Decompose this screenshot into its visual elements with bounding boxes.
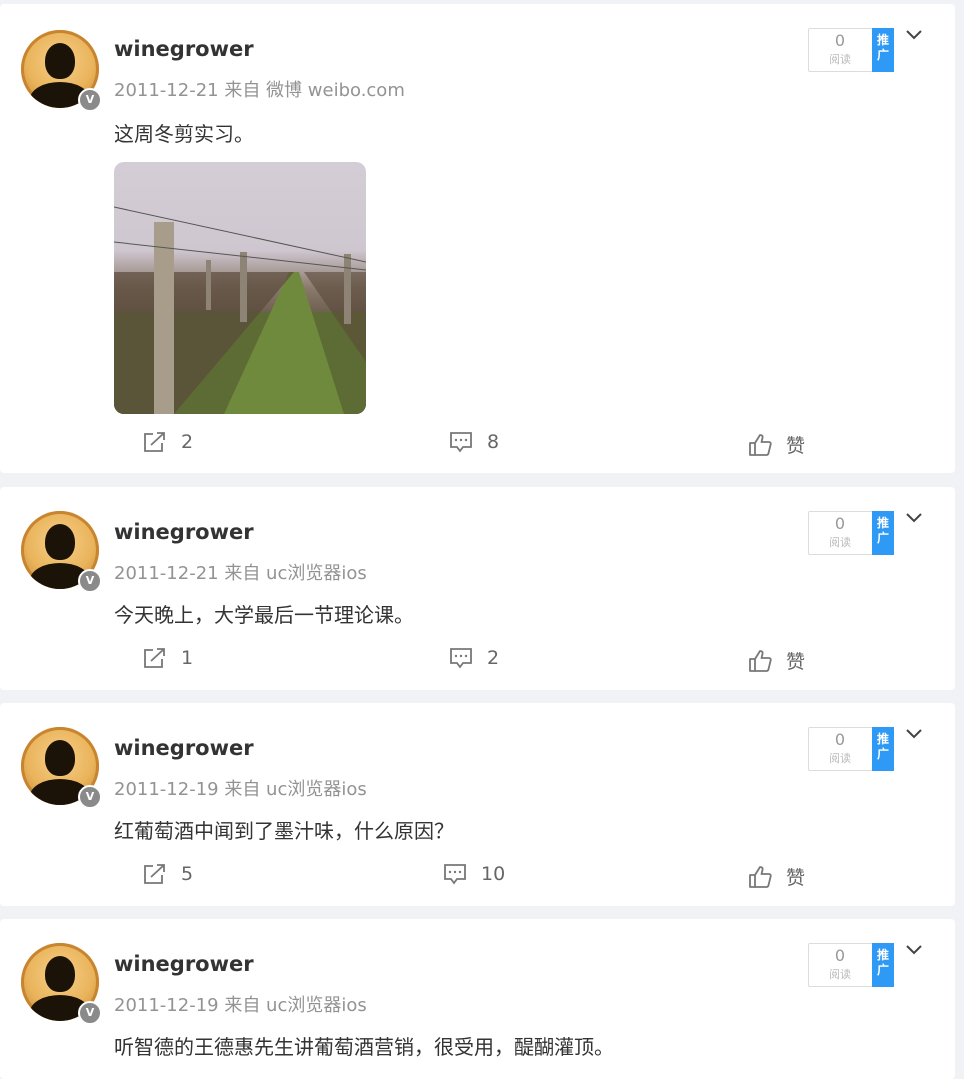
share-count: 5 (181, 863, 194, 885)
post-card: V winegrower 2011-12-21 来自 uc浏览器ios 今天晚上… (0, 487, 955, 690)
share-icon (144, 648, 165, 668)
action-bar: 2 8 赞 (0, 431, 955, 461)
avatar[interactable]: V (21, 30, 102, 112)
read-count: 0 (834, 31, 846, 50)
username[interactable]: winegrower (114, 952, 254, 976)
verified-badge-icon: V (78, 569, 102, 593)
comment-count: 2 (487, 647, 500, 669)
username[interactable]: winegrower (114, 520, 254, 544)
post-card: V winegrower 2011-12-19 来自 uc浏览器ios 红葡萄酒… (0, 703, 955, 906)
comment-icon (450, 432, 472, 453)
comment-button[interactable]: 2 (449, 647, 499, 669)
chevron-down-icon[interactable] (905, 509, 923, 527)
read-count-box[interactable]: 0 阅读 推广 (808, 727, 894, 771)
like-button[interactable]: 赞 (748, 431, 805, 458)
post-text: 今天晚上，大学最后一节理论课。 (114, 603, 414, 627)
verified-badge-icon: V (78, 785, 102, 809)
like-label: 赞 (786, 867, 806, 889)
comment-count: 10 (481, 863, 506, 885)
like-label: 赞 (786, 651, 806, 673)
username[interactable]: winegrower (114, 736, 254, 760)
verified-badge-icon: V (78, 88, 102, 112)
post-meta[interactable]: 2011-12-21 来自 微博 weibo.com (114, 76, 405, 102)
thumbs-up-icon (749, 433, 772, 456)
read-label: 阅读 (829, 536, 851, 549)
like-button[interactable]: 赞 (748, 647, 805, 674)
read-count: 0 (834, 946, 846, 965)
read-count: 0 (834, 730, 846, 749)
post-meta[interactable]: 2011-12-19 来自 uc浏览器ios (114, 991, 367, 1017)
share-icon (144, 864, 165, 884)
share-icon (144, 432, 165, 452)
thumbs-up-icon (749, 649, 772, 672)
comment-icon (444, 864, 466, 885)
share-button[interactable]: 2 (143, 431, 193, 453)
read-label: 阅读 (829, 968, 851, 981)
read-count-box[interactable]: 0 阅读 推广 (808, 28, 894, 72)
comment-button[interactable]: 10 (443, 863, 505, 885)
post-meta[interactable]: 2011-12-19 来自 uc浏览器ios (114, 775, 367, 801)
chevron-down-icon[interactable] (905, 725, 923, 743)
avatar[interactable]: V (21, 943, 102, 1025)
chevron-down-icon[interactable] (905, 26, 923, 44)
username[interactable]: winegrower (114, 37, 254, 61)
post-meta[interactable]: 2011-12-21 来自 uc浏览器ios (114, 559, 367, 585)
chevron-down-icon[interactable] (905, 941, 923, 959)
action-bar: 1 2 赞 (0, 647, 955, 677)
read-label: 阅读 (829, 53, 851, 66)
like-label: 赞 (786, 435, 806, 457)
avatar[interactable]: V (21, 727, 102, 809)
promote-button[interactable]: 推广 (872, 511, 894, 555)
comment-button[interactable]: 8 (449, 431, 499, 453)
promote-button[interactable]: 推广 (872, 727, 894, 771)
action-bar: 5 10 赞 (0, 863, 955, 893)
post-image[interactable] (114, 162, 366, 414)
thumbs-up-icon (749, 865, 772, 888)
like-button[interactable]: 赞 (748, 863, 805, 890)
avatar[interactable]: V (21, 511, 102, 593)
verified-badge-icon: V (78, 1001, 102, 1025)
post-card: V winegrower 2011-12-21 来自 微博 weibo.com … (0, 4, 955, 473)
promote-button[interactable]: 推广 (872, 943, 894, 987)
read-count-box[interactable]: 0 阅读 推广 (808, 511, 894, 555)
comment-count: 8 (487, 431, 500, 453)
comment-icon (450, 648, 472, 669)
share-count: 1 (181, 647, 194, 669)
share-button[interactable]: 1 (143, 647, 193, 669)
promote-button[interactable]: 推广 (872, 28, 894, 72)
post-text: 听智德的王德惠先生讲葡萄酒营销，很受用，醍醐灌顶。 (114, 1035, 614, 1059)
post-text: 红葡萄酒中闻到了墨汁味，什么原因？ (114, 819, 454, 843)
post-text: 这周冬剪实习。 (114, 122, 254, 146)
read-label: 阅读 (829, 752, 851, 765)
read-count: 0 (834, 514, 846, 533)
share-button[interactable]: 5 (143, 863, 193, 885)
read-count-box[interactable]: 0 阅读 推广 (808, 943, 894, 987)
share-count: 2 (181, 431, 194, 453)
post-card: V winegrower 2011-12-19 来自 uc浏览器ios 听智德的… (0, 919, 955, 1079)
